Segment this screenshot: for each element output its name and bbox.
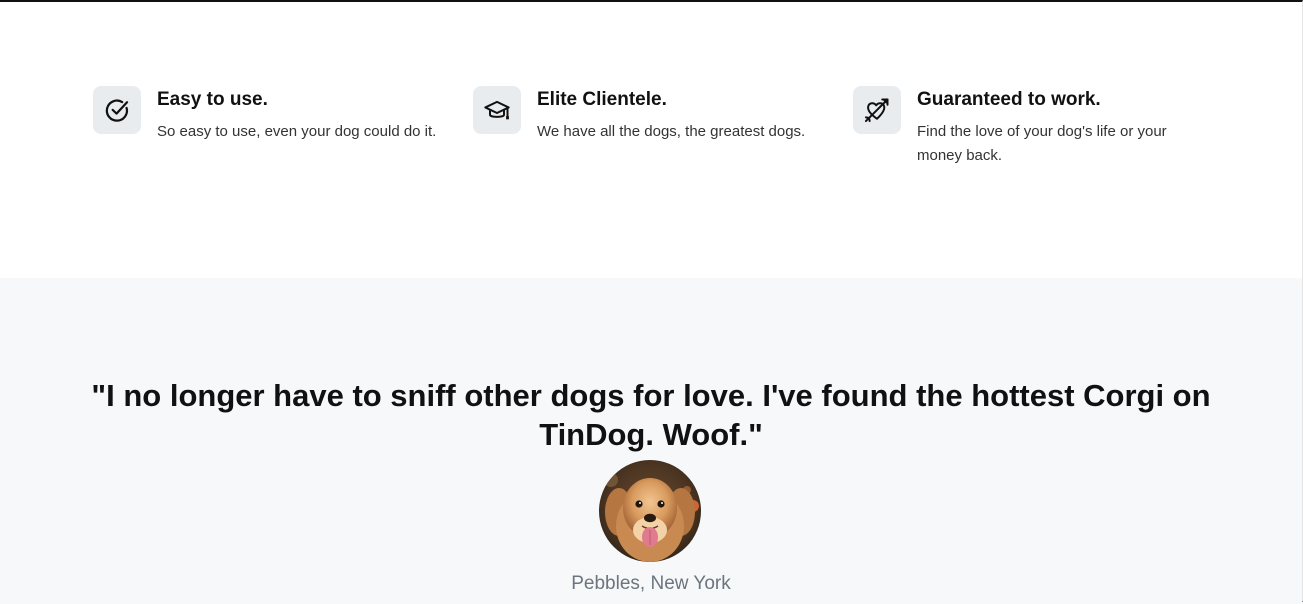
heart-arrow-icon <box>853 86 901 134</box>
check-circle-icon <box>93 86 141 134</box>
testimonial-quote: "I no longer have to sniff other dogs fo… <box>91 378 1211 452</box>
feature-text: Guaranteed to work. Find the love of you… <box>917 86 1213 168</box>
feature-easy-to-use: Easy to use. So easy to use, even your d… <box>93 86 453 144</box>
dog-avatar-icon <box>599 460 701 562</box>
features-section: Easy to use. So easy to use, even your d… <box>0 2 1302 278</box>
feature-description: So easy to use, even your dog could do i… <box>157 122 437 140</box>
feature-title: Easy to use. <box>157 89 268 110</box>
feature-text: Easy to use. So easy to use, even your d… <box>157 86 453 144</box>
feature-title: Elite Clientele. <box>537 89 667 110</box>
graduation-cap-icon <box>473 86 521 134</box>
testimonial-author: Pebbles, New York <box>571 573 731 594</box>
feature-description: We have all the dogs, the greatest dogs. <box>537 122 806 140</box>
testimonial-section: "I no longer have to sniff other dogs fo… <box>0 278 1302 604</box>
feature-text: Elite Clientele. We have all the dogs, t… <box>537 86 833 144</box>
feature-guaranteed: Guaranteed to work. Find the love of you… <box>853 86 1213 168</box>
feature-description: Find the love of your dog's life or your… <box>917 122 1167 164</box>
feature-elite-clientele: Elite Clientele. We have all the dogs, t… <box>473 86 833 144</box>
feature-title: Guaranteed to work. <box>917 89 1101 110</box>
